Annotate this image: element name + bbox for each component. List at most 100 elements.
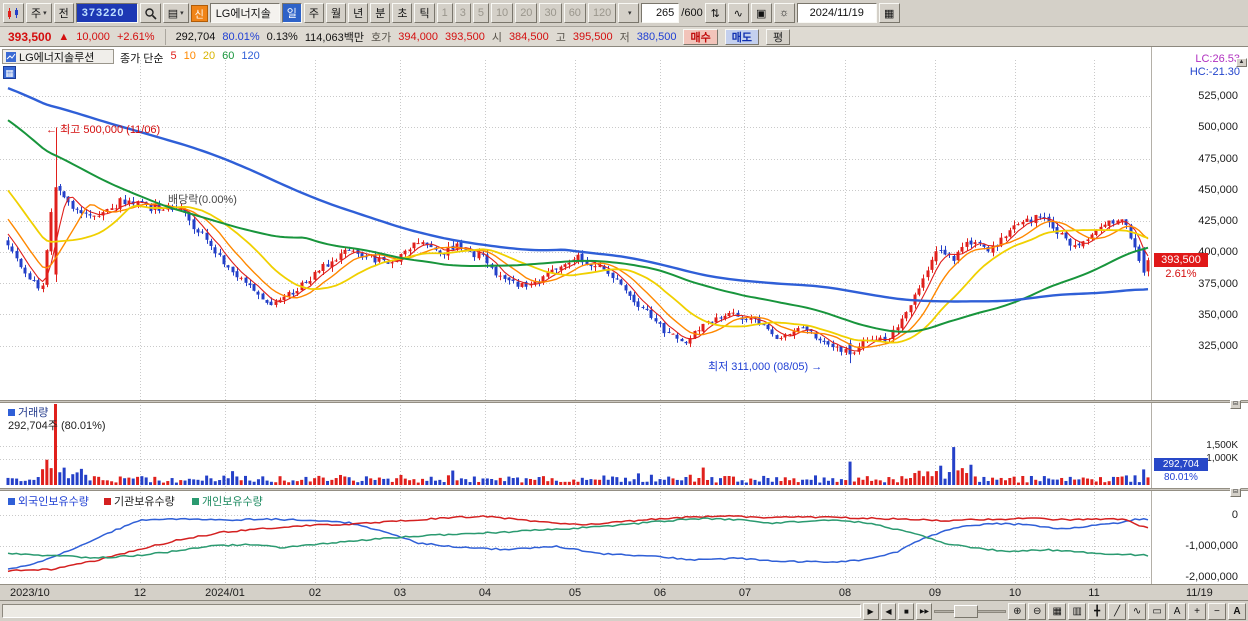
search-button[interactable] <box>139 3 161 23</box>
compare-chart-button[interactable]: ⇅ <box>704 3 726 23</box>
page-prev-button[interactable]: ◀ <box>880 602 897 620</box>
axis-divider <box>1151 47 1152 600</box>
interval-10[interactable]: 10 <box>490 3 514 23</box>
x-axis-label: 02 <box>308 587 322 599</box>
zoom-slider[interactable] <box>934 604 1007 619</box>
avg-button[interactable]: 평 <box>765 28 791 45</box>
bid-price: 393,500 <box>445 30 485 43</box>
tab-chart-icon <box>6 51 16 62</box>
sell-button[interactable]: 매도 <box>724 28 759 45</box>
box-tool-button[interactable]: ▭ <box>1148 602 1167 620</box>
current-price-badge: 393,500 <box>1154 253 1208 267</box>
tab-monthly[interactable]: 월 <box>325 3 347 23</box>
current-price: 393,500 <box>8 29 52 44</box>
current-pct-badge: 2.61% <box>1165 268 1197 280</box>
price-change: 10,000 <box>76 30 110 43</box>
calendar-button[interactable]: ▦ <box>878 3 900 23</box>
chevron-down-icon: ▾ <box>43 10 47 17</box>
pane-separator[interactable] <box>0 488 1248 491</box>
tab-second[interactable]: 초 <box>392 3 413 23</box>
volume-pane-button[interactable]: ⊟ <box>1230 400 1241 409</box>
volume-pct-badge: 80.01% <box>1164 472 1198 483</box>
x-axis-label: 11 <box>1088 587 1100 599</box>
zoom-out-button[interactable]: ⊖ <box>1028 602 1047 620</box>
chart-title-tab[interactable]: LG에너지솔루션 <box>2 49 114 64</box>
ma5-label: 5 <box>170 50 177 62</box>
chart-menu-icon[interactable]: ▦ <box>3 66 16 79</box>
exdiv-annotation: 배당락(0.00%) <box>168 194 237 206</box>
chevron-down-icon: ▾ <box>628 10 632 17</box>
price-summary-bar: 393,500 ▲ 10,000 +2.61% 292,704 80.01% 0… <box>0 27 1248 47</box>
stop-button[interactable]: ■ <box>898 602 915 620</box>
tab-minute[interactable]: 분 <box>370 3 391 23</box>
holdings-pane-button[interactable]: ⊟ <box>1230 488 1241 497</box>
split-view-button[interactable]: ▥ <box>1068 602 1087 620</box>
tab-tick[interactable]: 틱 <box>414 3 435 23</box>
left-arrow-icon: ← <box>46 124 57 136</box>
inst-legend-icon <box>104 498 111 505</box>
slider-thumb[interactable] <box>954 604 979 618</box>
interval-3[interactable]: 3 <box>454 3 471 23</box>
remove-indicator-button[interactable]: − <box>1207 602 1226 620</box>
crosshair-tool-button[interactable]: ╋ <box>1088 602 1107 620</box>
tab-daily[interactable]: 일 <box>281 3 302 23</box>
add-indicator-button[interactable]: + <box>1188 602 1206 620</box>
y-axis-label: 475,000 <box>1198 153 1238 165</box>
tab-yearly[interactable]: 년 <box>348 3 369 23</box>
buy-button[interactable]: 매수 <box>683 28 718 45</box>
chart-title: LG에너지솔루션 <box>19 51 95 64</box>
tab-weekly[interactable]: 주 <box>303 3 324 23</box>
x-axis-label: 10 <box>1008 587 1022 599</box>
candle-count-input[interactable]: 265 <box>641 3 680 23</box>
chart-h-scrollbar[interactable] <box>2 604 861 618</box>
zoom-in-button[interactable]: ⊕ <box>1008 602 1027 620</box>
legend-prefix: 종가 단순 <box>120 53 164 65</box>
sound-panel-button[interactable]: ▤ ▾ <box>162 3 189 23</box>
interval-120[interactable]: 120 <box>587 3 617 23</box>
high-price: 395,500 <box>572 30 613 43</box>
lc-indicator: LC:26.53 <box>1195 53 1240 65</box>
inst-holdings-label: 기관보유수량 <box>104 493 175 509</box>
high-label: 고 <box>555 31 566 44</box>
price-change-pct: +2.61% <box>116 30 155 43</box>
x-axis-label: 05 <box>568 587 582 599</box>
interval-60[interactable]: 60 <box>563 3 586 23</box>
chart-type-button[interactable] <box>3 3 24 23</box>
volume-detail: 292,704주 (80.01%) <box>8 420 106 432</box>
page-next-button[interactable]: ▶ <box>862 602 879 620</box>
chart-canvas[interactable] <box>0 47 1248 600</box>
font-button[interactable]: A <box>1227 602 1246 620</box>
window-layout-button[interactable]: ▣ <box>750 3 772 23</box>
candle-chart-icon <box>8 7 18 19</box>
y-axis-label: 525,000 <box>1198 90 1238 102</box>
open-label: 시 <box>491 31 502 44</box>
line-tool-button[interactable]: ∿ <box>727 3 749 23</box>
date-input[interactable]: 2024/11/19 <box>796 3 877 23</box>
text-tool-button[interactable]: A <box>1168 602 1187 620</box>
stock-code-input[interactable]: 373220 <box>75 3 138 23</box>
page-end-button[interactable]: ▶▶ <box>916 602 933 620</box>
interval-30[interactable]: 30 <box>539 3 562 23</box>
foreign-holdings-label: 외국인보유수량 <box>8 493 89 509</box>
x-axis-label: 2023/10 <box>10 587 50 599</box>
volume-value: 292,704 <box>175 30 216 43</box>
stock-name-field: LG에너지솔 <box>209 3 280 23</box>
grid-tool-button[interactable]: ▦ <box>1048 602 1067 620</box>
axis-scroll-up-button[interactable]: ▲ <box>1236 58 1247 67</box>
pane-separator[interactable] <box>0 400 1248 403</box>
volume-ratio: 80.01% <box>222 30 260 43</box>
stock-combo[interactable]: 주 ▾ <box>26 3 52 23</box>
interval-5[interactable]: 5 <box>472 3 489 23</box>
current-volume-badge: 292,704 <box>1154 458 1208 471</box>
settings-button[interactable]: ☼ <box>773 3 795 23</box>
interval-20[interactable]: 20 <box>515 3 538 23</box>
y-axis-label: 350,000 <box>1198 309 1238 321</box>
wave-tool-button[interactable]: ∿ <box>1128 602 1147 620</box>
x-axis-label: 2024/01 <box>205 587 245 599</box>
holdings-tick: 0 <box>1231 509 1238 521</box>
interval-1[interactable]: 1 <box>436 3 453 23</box>
trendline-tool-button[interactable]: ╱ <box>1108 602 1127 620</box>
prev-stock-button[interactable]: 전 <box>53 3 74 23</box>
interval-dropdown[interactable]: ▾ <box>618 3 640 23</box>
y-axis-label: 450,000 <box>1198 184 1238 196</box>
